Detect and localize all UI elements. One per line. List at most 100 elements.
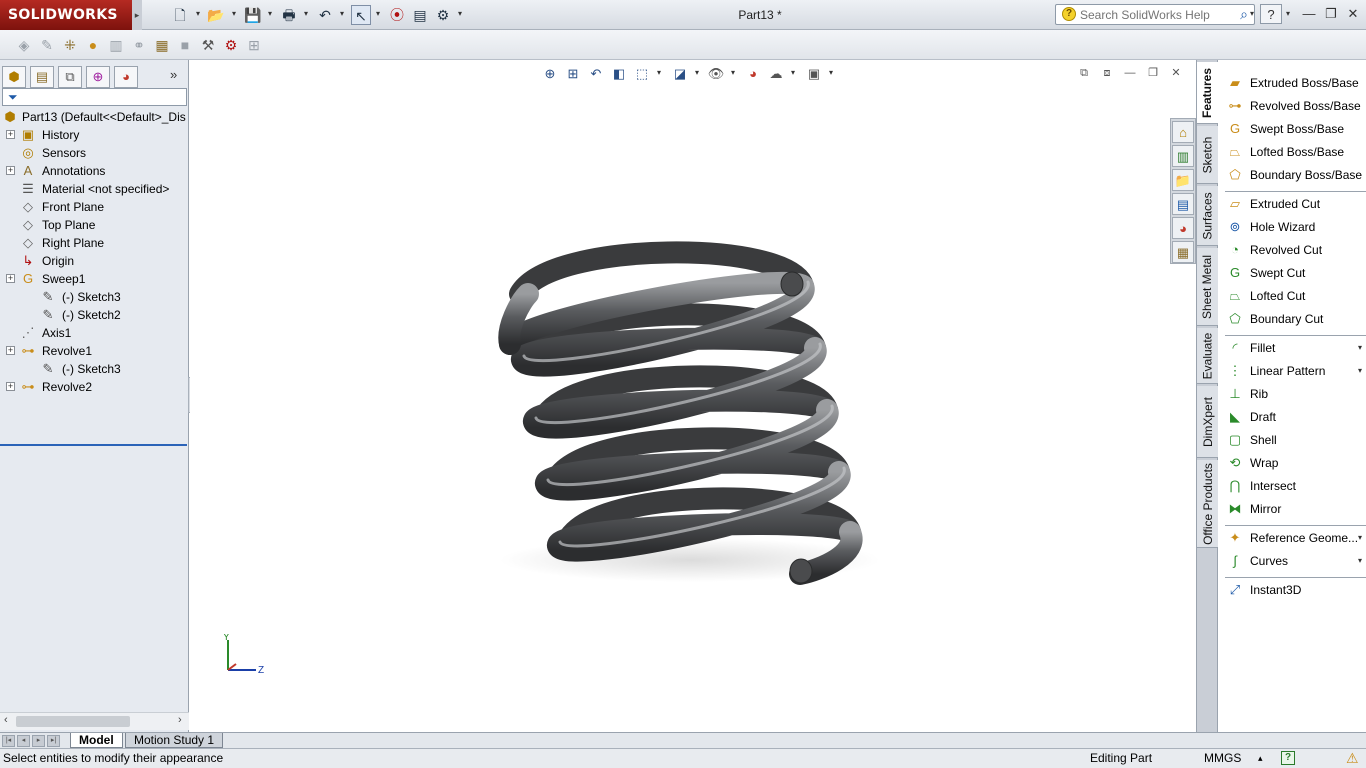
open-dropdown-icon[interactable]: ▾ xyxy=(232,9,236,18)
help-search-box[interactable]: ? ⌕ xyxy=(1055,4,1255,25)
edit-appearance-icon[interactable]: ◕ xyxy=(743,64,763,84)
viewport-restore-icon[interactable]: ❐ xyxy=(1143,64,1163,82)
toolbar-appearance-icon[interactable]: ● xyxy=(83,35,103,55)
select-dropdown-icon[interactable]: ▾ xyxy=(376,9,380,18)
command-lofted-boss[interactable]: ⏢ Lofted Boss/Base xyxy=(1219,142,1366,162)
display-manager-tab-icon[interactable]: ◕ xyxy=(114,66,138,88)
command-revolved-boss[interactable]: ⊶ Revolved Boss/Base xyxy=(1219,96,1366,116)
display-style-dropdown-icon[interactable]: ▾ xyxy=(695,68,699,77)
design-library-icon[interactable]: ▥ xyxy=(1172,145,1194,167)
appearances-scenes-icon[interactable]: ◕ xyxy=(1172,217,1194,239)
tab-evaluate[interactable]: Evaluate xyxy=(1197,328,1218,384)
minimize-window-icon[interactable]: — xyxy=(1298,4,1320,24)
print-icon[interactable]: 🖶 xyxy=(279,5,299,25)
zoom-to-fit-icon[interactable]: ⊕ xyxy=(540,64,560,84)
toolbar-macro-icon[interactable]: ⚙ xyxy=(221,35,241,55)
tree-item[interactable]: + ⊶ Revolve1 xyxy=(0,342,189,360)
tab-dimxpert[interactable]: DimXpert xyxy=(1197,386,1218,458)
view-palette-icon[interactable]: ▤ xyxy=(1172,193,1194,215)
command-curves[interactable]: ∫ Curves ▾ xyxy=(1219,551,1366,571)
toolbar-part-icon[interactable]: ◈ xyxy=(14,35,34,55)
command-shell[interactable]: ▢ Shell xyxy=(1219,430,1366,450)
feature-manager-tab-icon[interactable]: ⬢ xyxy=(2,66,26,88)
command-fillet[interactable]: ◜ Fillet ▾ xyxy=(1219,338,1366,358)
file-properties-icon[interactable]: ▤ xyxy=(410,5,430,25)
command-intersect[interactable]: ⋂ Intersect xyxy=(1219,476,1366,496)
tree-item[interactable]: ⋰ Axis1 xyxy=(0,324,189,342)
hide-show-items-icon[interactable]: 👁 xyxy=(706,64,726,84)
hide-show-dropdown-icon[interactable]: ▾ xyxy=(731,68,735,77)
command-swept-boss[interactable]: G Swept Boss/Base xyxy=(1219,119,1366,139)
help-dropdown-icon[interactable]: ▾ xyxy=(1286,9,1290,18)
toolbar-block-icon[interactable]: ■ xyxy=(175,35,195,55)
spring-model[interactable] xyxy=(490,210,890,590)
command-rib[interactable]: ⊥ Rib xyxy=(1219,384,1366,404)
tree-item[interactable]: + ▣ History xyxy=(0,126,189,144)
tree-item[interactable]: ◇ Right Plane xyxy=(0,234,189,252)
chevron-right-icon[interactable]: » xyxy=(170,67,177,82)
tab-features[interactable]: Features xyxy=(1197,62,1218,124)
command-boundary-cut[interactable]: ⬠ Boundary Cut xyxy=(1219,309,1366,329)
command-lofted-cut[interactable]: ⏢ Lofted Cut xyxy=(1219,286,1366,306)
tab-motion-study[interactable]: Motion Study 1 xyxy=(125,733,224,748)
view-orientation-dropdown-icon[interactable]: ▾ xyxy=(657,68,661,77)
command-draft[interactable]: ◣ Draft xyxy=(1219,407,1366,427)
restore-window-icon[interactable]: ❐ xyxy=(1320,4,1342,24)
property-manager-tab-icon[interactable]: ▤ xyxy=(30,66,54,88)
tab-office-products[interactable]: Office Products xyxy=(1197,460,1218,548)
tree-item[interactable]: + A Annotations xyxy=(0,162,189,180)
toolbar-sketch-icon[interactable]: ✎ xyxy=(37,35,57,55)
toolbar-smart-dimension-icon[interactable]: ⁜ xyxy=(60,35,80,55)
command-extruded-cut[interactable]: ▱ Extruded Cut xyxy=(1219,194,1366,214)
select-pointer-icon[interactable]: ↖ xyxy=(351,5,371,25)
graphics-area[interactable]: ⊕ ⊞ ↶ ◧ ⬚ ▾ ◪ ▾ 👁 ▾ ◕ ☁ ▾ ▣ ▾ ⧉ ⧈ — ❐ ✕ xyxy=(190,60,1194,732)
apply-scene-dropdown-icon[interactable]: ▾ xyxy=(791,68,795,77)
custom-properties-icon[interactable]: ▦ xyxy=(1172,241,1194,263)
command-hole-wizard[interactable]: ⊚ Hole Wizard xyxy=(1219,217,1366,237)
rollback-bar[interactable] xyxy=(0,444,187,446)
expand-toggle-icon[interactable]: + xyxy=(6,382,15,391)
options-dropdown-icon[interactable]: ▾ xyxy=(458,9,462,18)
next-tab-nav-icon[interactable]: ▸ xyxy=(32,735,45,747)
new-dropdown-icon[interactable]: ▾ xyxy=(196,9,200,18)
toolbar-design-table-icon[interactable]: ▦ xyxy=(152,35,172,55)
menu-expand-arrow-icon[interactable]: ▸ xyxy=(132,0,142,30)
display-style-icon[interactable]: ◪ xyxy=(670,64,690,84)
solidworks-logo[interactable]: SOLIDWORKS xyxy=(0,0,132,30)
view-settings-icon[interactable]: ▣ xyxy=(804,64,824,84)
tree-item[interactable]: ◇ Front Plane xyxy=(0,198,189,216)
tree-item[interactable]: ↳ Origin xyxy=(0,252,189,270)
command-extruded-boss[interactable]: ▰ Extruded Boss/Base xyxy=(1219,73,1366,93)
tree-item[interactable]: ✎ (-) Sketch2 xyxy=(0,306,189,324)
command-boundary-boss[interactable]: ⬠ Boundary Boss/Base xyxy=(1219,165,1366,185)
save-dropdown-icon[interactable]: ▾ xyxy=(268,9,272,18)
toolbar-tools-icon[interactable]: ⚒ xyxy=(198,35,218,55)
viewport-two-view-icon[interactable]: ⧈ xyxy=(1097,64,1117,82)
command-wrap[interactable]: ⟲ Wrap xyxy=(1219,453,1366,473)
open-folder-icon[interactable]: 📂 xyxy=(206,5,226,25)
command-dropdown-icon[interactable]: ▾ xyxy=(1358,528,1362,548)
configuration-manager-tab-icon[interactable]: ⧉ xyxy=(58,66,82,88)
previous-view-icon[interactable]: ↶ xyxy=(586,64,606,84)
command-mirror[interactable]: ⧓ Mirror xyxy=(1219,499,1366,519)
toolbar-link-icon[interactable]: ⚭ xyxy=(129,35,149,55)
save-icon[interactable]: 💾 xyxy=(243,5,263,25)
feature-filter-field[interactable]: ⏷ xyxy=(2,88,187,106)
dimxpert-manager-tab-icon[interactable]: ⊕ xyxy=(86,66,110,88)
command-swept-cut[interactable]: G Swept Cut xyxy=(1219,263,1366,283)
command-dropdown-icon[interactable]: ▾ xyxy=(1358,551,1362,571)
undo-icon[interactable]: ↶ xyxy=(315,5,335,25)
first-tab-nav-icon[interactable]: |◂ xyxy=(2,735,15,747)
search-icon[interactable]: ⌕ xyxy=(1240,6,1248,23)
units-dropdown-icon[interactable]: ▴ xyxy=(1258,749,1263,768)
toolbar-layout-icon[interactable]: ⊞ xyxy=(244,35,264,55)
tree-item[interactable]: + G Sweep1 xyxy=(0,270,189,288)
viewport-close-icon[interactable]: ✕ xyxy=(1166,64,1186,82)
help-status-icon[interactable]: ? xyxy=(1281,751,1295,765)
help-search-input[interactable] xyxy=(1080,7,1230,23)
view-settings-dropdown-icon[interactable]: ▾ xyxy=(829,68,833,77)
command-reference-geometry[interactable]: ✦ Reference Geome... ▾ xyxy=(1219,528,1366,548)
last-tab-nav-icon[interactable]: ▸| xyxy=(47,735,60,747)
help-button-icon[interactable]: ? xyxy=(1260,4,1282,24)
command-instant3d[interactable]: ⤢ Instant3D xyxy=(1219,580,1366,600)
